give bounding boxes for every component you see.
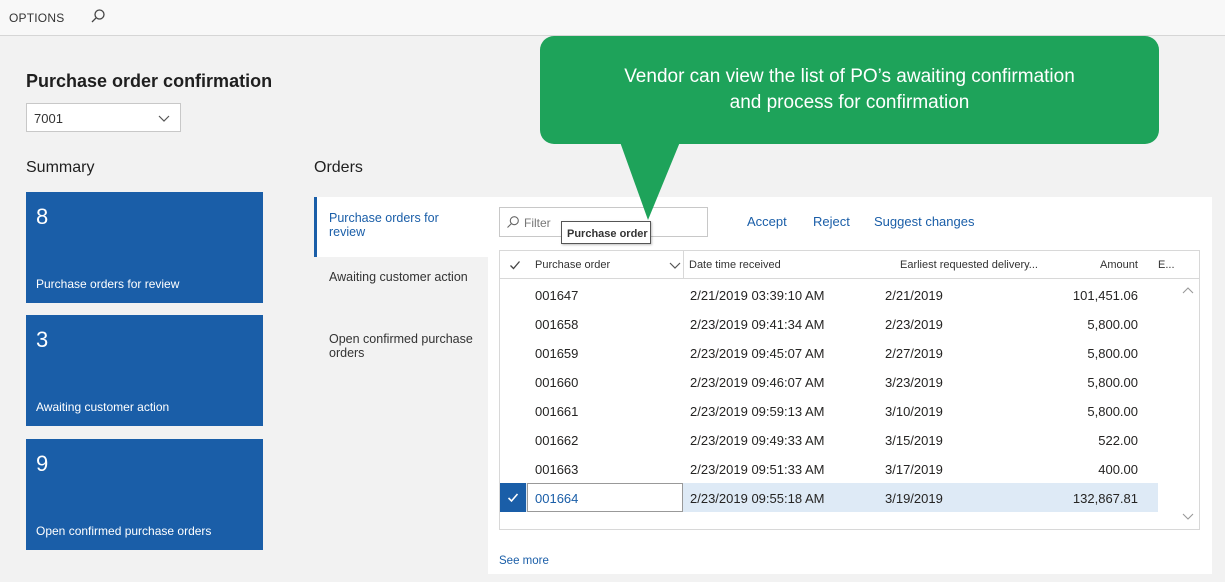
- filter-placeholder: Filter: [524, 216, 551, 230]
- column-tooltip: Purchase order: [561, 221, 651, 244]
- table-row-selected[interactable]: 001664 2/23/2019 09:55:18 AM 3/19/2019 1…: [500, 483, 1158, 512]
- tile-count: 3: [36, 327, 49, 352]
- cell-po: 001663: [535, 462, 579, 477]
- cell-amount: 522.00: [1098, 433, 1138, 448]
- options-menu[interactable]: OPTIONS: [9, 11, 64, 25]
- cell-po: 001661: [535, 404, 579, 419]
- column-divider: [683, 251, 684, 279]
- cell-po: 001659: [535, 346, 579, 361]
- cell-delivery: 3/23/2019: [885, 375, 943, 390]
- cell-po: 001658: [535, 317, 579, 332]
- cell-received: 2/23/2019 09:41:34 AM: [690, 317, 825, 332]
- tile-label: Open confirmed purchase orders: [36, 524, 212, 538]
- cell-received: 2/23/2019 09:59:13 AM: [690, 404, 825, 419]
- cell-amount: 5,800.00: [1087, 404, 1138, 419]
- cell-delivery: 3/15/2019: [885, 433, 943, 448]
- top-bar: OPTIONS: [0, 0, 1225, 36]
- tile-label: Awaiting customer action: [36, 400, 170, 414]
- orders-tab-list: Purchase orders for review Awaiting cust…: [314, 197, 488, 574]
- cell-amount: 5,800.00: [1087, 375, 1138, 390]
- table-row[interactable]: 001663 2/23/2019 09:51:33 AM 3/17/2019 4…: [500, 454, 1158, 483]
- purchase-orders-grid: Purchase order Date time received Earlie…: [499, 250, 1200, 530]
- cell-po: 001662: [535, 433, 579, 448]
- cell-delivery: 2/23/2019: [885, 317, 943, 332]
- search-icon: [507, 216, 519, 228]
- accept-button[interactable]: Accept: [747, 214, 787, 229]
- column-header-purchase-order[interactable]: Purchase order: [535, 259, 610, 271]
- chevron-up-icon[interactable]: [1182, 286, 1194, 294]
- cell-delivery: 3/10/2019: [885, 404, 943, 419]
- table-row[interactable]: 001659 2/23/2019 09:45:07 AM 2/27/2019 5…: [500, 338, 1158, 367]
- cell-received: 2/23/2019 09:49:33 AM: [690, 433, 825, 448]
- tile-count: 9: [36, 451, 49, 476]
- cell-po: 001647: [535, 288, 579, 303]
- summary-heading: Summary: [26, 159, 95, 176]
- cell-delivery: 2/21/2019: [885, 288, 943, 303]
- cell-delivery: 3/17/2019: [885, 462, 943, 477]
- tab-awaiting-customer-action[interactable]: Awaiting customer action: [314, 270, 488, 310]
- cell-received: 2/23/2019 09:55:18 AM: [690, 491, 825, 506]
- column-header-earliest-delivery[interactable]: Earliest requested delivery...: [900, 259, 1038, 271]
- page-title: Purchase order confirmation: [26, 71, 273, 91]
- search-icon[interactable]: [90, 8, 106, 24]
- cell-amount: 132,867.81: [1072, 491, 1138, 506]
- cell-po[interactable]: 001664: [535, 491, 578, 506]
- cell-received: 2/23/2019 09:51:33 AM: [690, 462, 825, 477]
- grid-header: Purchase order Date time received Earlie…: [500, 251, 1199, 279]
- orders-heading: Orders: [314, 159, 363, 176]
- summary-tile-open-confirmed[interactable]: 9 Open confirmed purchase orders: [26, 439, 263, 550]
- summary-tile-awaiting[interactable]: 3 Awaiting customer action: [26, 315, 263, 426]
- chevron-down-icon[interactable]: [1182, 513, 1194, 521]
- reject-button[interactable]: Reject: [813, 214, 850, 229]
- column-header-truncated[interactable]: E...: [1158, 259, 1175, 271]
- cell-amount: 400.00: [1098, 462, 1138, 477]
- table-row[interactable]: 001647 2/21/2019 03:39:10 AM 2/21/2019 1…: [500, 280, 1158, 309]
- table-row[interactable]: 001662 2/23/2019 09:49:33 AM 3/15/2019 5…: [500, 425, 1158, 454]
- row-selected-checkbox[interactable]: [500, 483, 526, 512]
- callout-line-1: Vendor can view the list of PO’s awaitin…: [624, 66, 1075, 87]
- summary-tile-review[interactable]: 8 Purchase orders for review: [26, 192, 263, 303]
- cell-amount: 5,800.00: [1087, 346, 1138, 361]
- cell-amount: 5,800.00: [1087, 317, 1138, 332]
- cell-delivery: 2/27/2019: [885, 346, 943, 361]
- cell-amount: 101,451.06: [1072, 288, 1138, 303]
- see-more-link[interactable]: See more: [499, 555, 549, 567]
- cell-po: 001660: [535, 375, 579, 390]
- cell-received: 2/23/2019 09:46:07 AM: [690, 375, 825, 390]
- callout-pointer: [620, 142, 680, 220]
- callout-line-2: and process for confirmation: [729, 92, 970, 113]
- column-header-amount[interactable]: Amount: [1100, 259, 1138, 271]
- table-row[interactable]: 001661 2/23/2019 09:59:13 AM 3/10/2019 5…: [500, 396, 1158, 425]
- vendor-dropdown[interactable]: 7001: [26, 103, 181, 132]
- tab-open-confirmed-purchase-orders[interactable]: Open confirmed purchase orders: [314, 332, 488, 372]
- vendor-dropdown-value: 7001: [34, 111, 63, 126]
- cell-received: 2/23/2019 09:45:07 AM: [690, 346, 825, 361]
- column-header-date-time-received[interactable]: Date time received: [689, 259, 781, 271]
- callout-text: Vendor can view the list of PO’s awaitin…: [540, 64, 1159, 116]
- suggest-changes-button[interactable]: Suggest changes: [874, 214, 974, 229]
- tile-label: Purchase orders for review: [36, 277, 180, 291]
- checkmark-icon: [507, 493, 519, 503]
- chevron-down-icon[interactable]: [669, 260, 681, 270]
- cell-received: 2/21/2019 03:39:10 AM: [690, 288, 825, 303]
- cell-delivery: 3/19/2019: [885, 491, 943, 506]
- tile-count: 8: [36, 204, 49, 229]
- table-row[interactable]: 001660 2/23/2019 09:46:07 AM 3/23/2019 5…: [500, 367, 1158, 396]
- tab-purchase-orders-for-review[interactable]: Purchase orders for review: [314, 197, 488, 257]
- callout-annotation: Vendor can view the list of PO’s awaitin…: [540, 36, 1159, 144]
- table-row[interactable]: 001658 2/23/2019 09:41:34 AM 2/23/2019 5…: [500, 309, 1158, 338]
- select-all-checkmark-icon[interactable]: [509, 259, 521, 271]
- chevron-down-icon: [158, 115, 170, 122]
- grid-scrollbar[interactable]: [1177, 280, 1199, 529]
